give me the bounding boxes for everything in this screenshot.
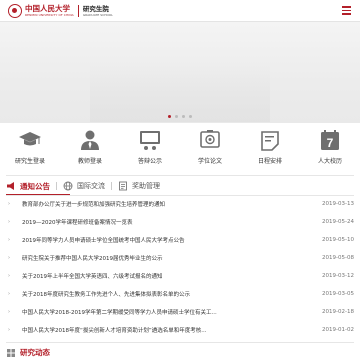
news-item[interactable]: › 中国人民大学2018年度“拔尖创新人才培育资助计划”遴选名单和年度考核...… bbox=[8, 322, 354, 338]
carousel-dot[interactable] bbox=[168, 115, 171, 118]
chevron-right-icon: › bbox=[8, 273, 10, 279]
tab-notices[interactable]: 通知公告 bbox=[6, 181, 50, 192]
thesis-icon bbox=[200, 130, 220, 148]
graduation-cap-icon bbox=[19, 132, 41, 146]
quick-link-teacher-login[interactable]: 教师登录 bbox=[60, 124, 120, 174]
news-tabs: 通知公告 国际交流 奖助管理 bbox=[6, 179, 160, 193]
quick-link-student-login[interactable]: 研究生登录 bbox=[0, 124, 60, 174]
university-seal-icon bbox=[8, 4, 22, 18]
chevron-right-icon: › bbox=[8, 309, 10, 315]
research-dynamics-heading[interactable]: 研究动态 bbox=[6, 347, 50, 358]
hamburger-menu-icon[interactable] bbox=[340, 4, 354, 18]
university-name-en: RENMIN UNIVERSITY OF CHINA bbox=[25, 13, 74, 17]
carousel-dot[interactable] bbox=[175, 115, 178, 118]
calendar-icon: 7 bbox=[321, 130, 339, 150]
tab-divider bbox=[56, 182, 57, 190]
globe-icon bbox=[63, 181, 73, 191]
chevron-right-icon: › bbox=[8, 327, 10, 333]
news-item[interactable]: › 中国人民大学2018-2019学年第二学期缓受同等学力人员申请硕士学位有关工… bbox=[8, 304, 354, 320]
quick-links: 研究生登录 教师登录 答辩公示 学位论文 日程安排 7 人大校历 bbox=[0, 124, 360, 174]
quick-link-schedule[interactable]: 日程安排 bbox=[240, 124, 300, 174]
school-name: 研究生院 bbox=[82, 5, 109, 13]
carousel-dots bbox=[0, 115, 360, 118]
site-header: 中国人民大学 RENMIN UNIVERSITY OF CHINA 研究生院 G… bbox=[0, 0, 360, 22]
defense-icon bbox=[140, 131, 160, 150]
section-divider bbox=[6, 342, 354, 343]
news-item[interactable]: › 研究生院关于推荐中国人民大学2019届优秀毕业生的公示 2019-05-08 bbox=[8, 250, 354, 266]
news-item[interactable]: › 关于2018年度研究生教务工作先进个人、先进集体拟表彰名单的公示 2019-… bbox=[8, 286, 354, 302]
section-divider bbox=[6, 175, 354, 176]
tab-international[interactable]: 国际交流 bbox=[63, 181, 105, 191]
calendar-day: 7 bbox=[327, 136, 334, 150]
school-name-en: GRADUATE SCHOOL bbox=[82, 13, 113, 17]
news-item[interactable]: › 关于2019年上半年全国大学英语四、六级考试报名的通知 2019-03-12 bbox=[8, 268, 354, 284]
quick-link-calendar[interactable]: 7 人大校历 bbox=[300, 124, 360, 174]
grid-icon bbox=[7, 348, 15, 357]
carousel-dot[interactable] bbox=[189, 115, 192, 118]
quick-link-thesis[interactable]: 学位论文 bbox=[180, 124, 240, 174]
tab-divider bbox=[111, 182, 112, 190]
carousel-dot[interactable] bbox=[182, 115, 185, 118]
quick-link-defense[interactable]: 答辩公示 bbox=[120, 124, 180, 174]
logo-divider bbox=[77, 5, 79, 17]
chevron-right-icon: › bbox=[8, 219, 10, 225]
university-name: 中国人民大学 bbox=[25, 4, 70, 13]
news-item[interactable]: › 2019—2020学年课程研修班备案情况一览表 2019-05-24 bbox=[8, 214, 354, 230]
news-item[interactable]: › 教育部办公厅关于进一步规范和加强研究生培养管理的通知 2019-03-13 bbox=[8, 196, 354, 212]
megaphone-icon bbox=[7, 182, 14, 190]
news-item[interactable]: › 2019年同等学力人员申请硕士学位全国统考中国人民大学考点公告 2019-0… bbox=[8, 232, 354, 248]
schedule-icon bbox=[261, 131, 279, 151]
chevron-right-icon: › bbox=[8, 291, 10, 297]
banner-carousel[interactable] bbox=[0, 22, 360, 123]
chevron-right-icon: › bbox=[8, 201, 10, 207]
chevron-right-icon: › bbox=[8, 237, 10, 243]
teacher-icon bbox=[81, 130, 99, 150]
chevron-right-icon: › bbox=[8, 255, 10, 261]
document-icon bbox=[119, 181, 127, 191]
site-logo[interactable]: 中国人民大学 RENMIN UNIVERSITY OF CHINA 研究生院 G… bbox=[8, 4, 113, 18]
banner-image bbox=[90, 62, 270, 122]
tab-awards[interactable]: 奖助管理 bbox=[118, 181, 160, 191]
